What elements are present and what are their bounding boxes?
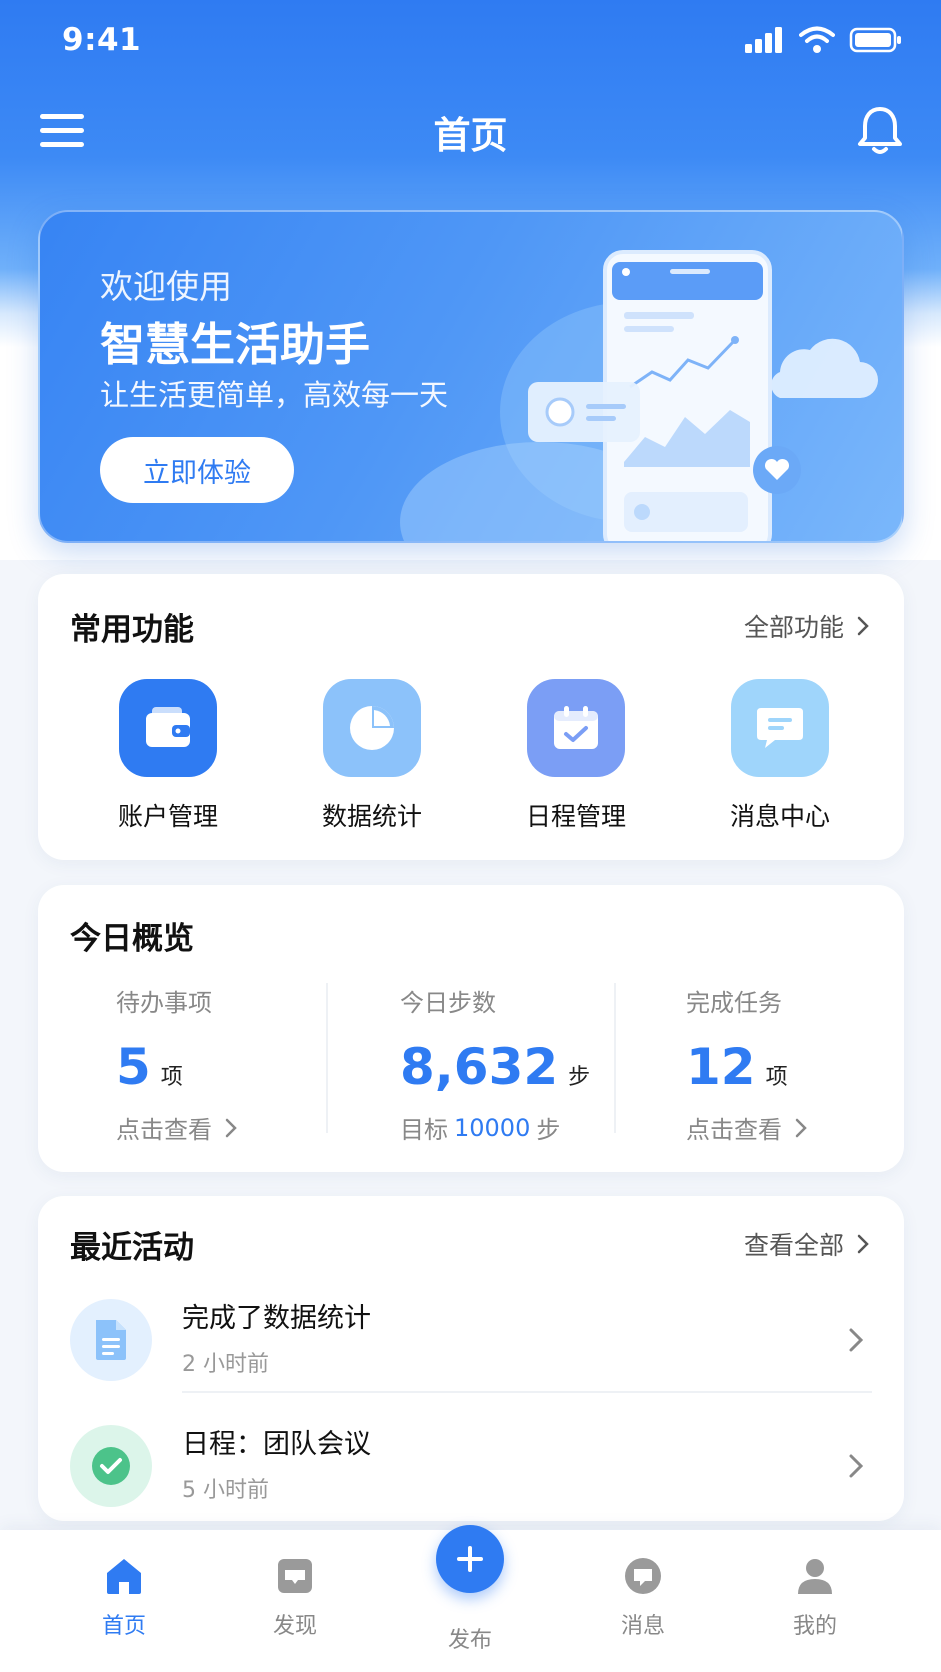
tasks-stat[interactable]: 完成任务 12 项 点击查看 — [614, 983, 902, 1144]
wifi-icon — [799, 26, 835, 53]
chevron-right-icon — [225, 1118, 237, 1137]
discover-icon — [278, 1559, 312, 1593]
today-overview-card: 今日概览 待办事项 5 项 点击查看 今日步数 8,632 步 目标 10000… — [38, 885, 904, 1172]
all-functions-link[interactable]: 全部功能 — [744, 608, 876, 644]
tab-label: 首页 — [101, 1614, 146, 1639]
tab-label: 发现 — [272, 1614, 317, 1639]
todo-value: 5 — [116, 1038, 151, 1096]
tab-label: 我的 — [792, 1614, 837, 1639]
function-schedule[interactable]: 日程管理 — [474, 679, 678, 833]
chat-icon — [625, 1558, 661, 1594]
activity-time: 2 小时前 — [182, 1352, 269, 1377]
message-icon — [731, 679, 829, 777]
user-icon — [798, 1559, 832, 1594]
functions-title: 常用功能 — [70, 612, 194, 648]
tasks-link-label: 点击查看 — [686, 1116, 782, 1144]
chevron-right-icon — [857, 616, 869, 636]
page-title: 首页 — [433, 114, 508, 157]
todo-stat[interactable]: 待办事项 5 项 点击查看 — [38, 983, 326, 1144]
todo-link[interactable]: 点击查看 — [116, 1110, 326, 1145]
function-statistics[interactable]: 数据统计 — [270, 679, 474, 833]
signal-icon — [745, 27, 782, 53]
banner-title: 智慧生活助手 — [100, 318, 371, 371]
plus-icon — [457, 1546, 483, 1572]
functions-grid: 账户管理 数据统计 日程管理 消息中心 — [38, 679, 904, 833]
tab-label: 消息 — [620, 1614, 665, 1639]
function-account[interactable]: 账户管理 — [66, 679, 270, 833]
app-header: 首页 — [0, 95, 941, 171]
goal-value: 10000 — [454, 1113, 531, 1142]
todo-link-label: 点击查看 — [116, 1116, 212, 1144]
common-functions-card: 常用功能 全部功能 账户管理 数据统计 日程管理 消息中心 — [38, 574, 904, 860]
status-bar: 9:41 — [0, 0, 941, 80]
activity-item[interactable]: 完成了数据统计 2 小时前 — [38, 1278, 904, 1402]
overview-title: 今日概览 — [70, 921, 194, 957]
welcome-banner[interactable]: 欢迎使用 智慧生活助手 让生活更简单，高效每一天 立即体验 — [38, 210, 904, 543]
chevron-right-icon — [795, 1118, 807, 1137]
steps-value: 8,632 — [400, 1038, 559, 1096]
calendar-icon — [527, 679, 625, 777]
battery-icon — [849, 27, 901, 53]
chevron-right-icon — [849, 1328, 864, 1352]
tasks-label: 完成任务 — [686, 989, 782, 1017]
activity-time: 5 小时前 — [182, 1478, 269, 1503]
activity-divider — [182, 1391, 872, 1393]
steps-stat: 今日步数 8,632 步 目标 10000 步 — [326, 983, 614, 1144]
publish-button[interactable] — [436, 1525, 504, 1593]
recent-activity-card: 最近活动 查看全部 完成了数据统计 2 小时前 日程：团队会议 5 小时前 — [38, 1196, 904, 1521]
bell-icon[interactable] — [857, 105, 903, 157]
home-icon — [107, 1559, 141, 1594]
todo-unit: 项 — [160, 1065, 183, 1090]
view-all-label: 查看全部 — [743, 1231, 844, 1260]
pie-chart-icon — [323, 679, 421, 777]
chevron-right-icon — [849, 1454, 864, 1478]
tasks-link[interactable]: 点击查看 — [686, 1110, 902, 1145]
activity-title-text: 日程：团队会议 — [182, 1429, 371, 1460]
all-functions-label: 全部功能 — [743, 613, 844, 642]
function-label: 数据统计 — [321, 802, 422, 831]
banner-subtitle: 欢迎使用 — [100, 267, 232, 306]
todo-label: 待办事项 — [116, 989, 212, 1017]
banner-description: 让生活更简单，高效每一天 — [100, 378, 449, 412]
wallet-icon — [119, 679, 217, 777]
function-label: 账户管理 — [117, 802, 218, 831]
tab-home[interactable]: 首页 — [69, 1556, 179, 1640]
tab-messages[interactable]: 消息 — [588, 1556, 698, 1640]
publish-label[interactable]: 发布 — [420, 1622, 520, 1654]
bottom-tab-bar: 首页 发现 发布 消息 我的 — [0, 1525, 941, 1672]
tab-profile[interactable]: 我的 — [760, 1556, 870, 1640]
check-circle-icon — [70, 1425, 152, 1507]
activity-item[interactable]: 日程：团队会议 5 小时前 — [38, 1404, 904, 1528]
function-label: 日程管理 — [525, 802, 626, 831]
chevron-right-icon — [857, 1234, 869, 1254]
try-now-button[interactable]: 立即体验 — [100, 437, 294, 503]
tasks-value: 12 — [686, 1038, 756, 1096]
view-all-link[interactable]: 查看全部 — [744, 1226, 876, 1262]
tab-discover[interactable]: 发现 — [240, 1556, 350, 1640]
tasks-unit: 项 — [765, 1065, 788, 1090]
steps-label: 今日步数 — [400, 989, 496, 1017]
activity-title-text: 完成了数据统计 — [182, 1303, 371, 1334]
steps-unit: 步 — [568, 1065, 591, 1090]
document-icon — [70, 1299, 152, 1381]
goal-prefix: 目标 — [400, 1116, 448, 1144]
function-label: 消息中心 — [729, 802, 830, 831]
function-messages[interactable]: 消息中心 — [678, 679, 882, 833]
overview-stats: 待办事项 5 项 点击查看 今日步数 8,632 步 目标 10000 步 完成… — [38, 983, 904, 1153]
goal-unit: 步 — [536, 1116, 561, 1144]
status-time: 9:41 — [62, 22, 142, 58]
activity-title: 最近活动 — [70, 1230, 194, 1266]
steps-goal: 目标 10000 步 — [400, 1110, 614, 1145]
status-icons — [745, 26, 903, 54]
